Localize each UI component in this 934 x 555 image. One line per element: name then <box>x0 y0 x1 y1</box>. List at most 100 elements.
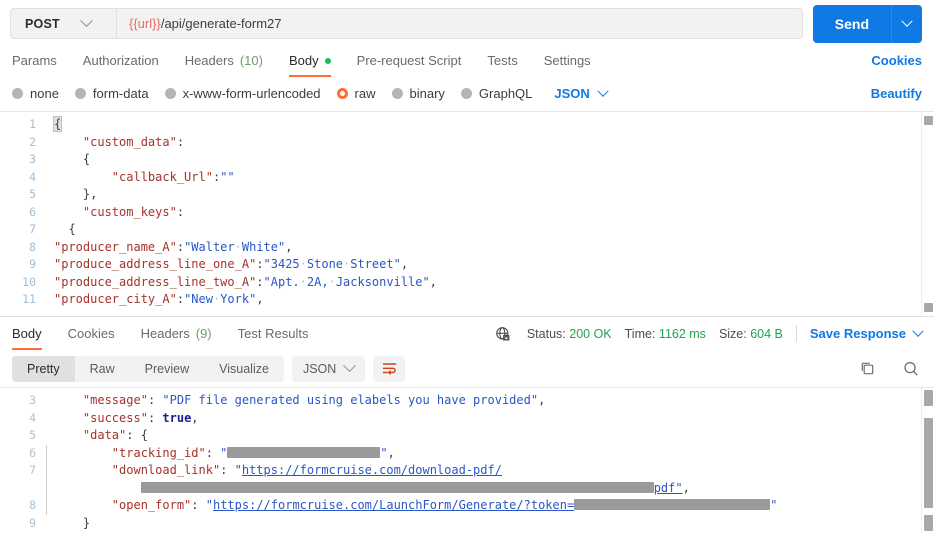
code-token: , <box>400 257 409 271</box>
code-token: "Apt. <box>263 274 300 289</box>
request-tab-pre-request-script[interactable]: Pre-request Script <box>357 53 462 77</box>
code-token: { <box>82 152 91 166</box>
scrollbar-thumb-top[interactable] <box>924 390 933 406</box>
response-tab-cookies[interactable]: Cookies <box>68 326 115 350</box>
request-url-input[interactable]: {{url}}/api/generate-form27 <box>117 9 802 38</box>
body-type-none[interactable]: none <box>12 86 59 101</box>
radio-icon[interactable] <box>336 88 348 99</box>
response-body-code[interactable]: 3 "message": "PDF file generated using e… <box>0 388 934 533</box>
code-token: : <box>176 134 185 149</box>
status-label: Status: <box>526 326 566 341</box>
response-toolbar: Pretty Raw Preview Visualize JSON <box>0 350 934 388</box>
scrollbar-thumb-bottom[interactable] <box>924 303 933 312</box>
request-tab-settings[interactable]: Settings <box>544 53 591 77</box>
response-format-label: JSON <box>302 361 337 376</box>
response-link[interactable]: https://formcruise.com/download-pdf/ <box>242 463 502 477</box>
response-body-viewer[interactable]: 3 "message": "PDF file generated using e… <box>0 388 934 533</box>
search-icon[interactable] <box>900 358 922 380</box>
raw-format-label: JSON <box>554 86 590 101</box>
chevron-down-icon <box>901 15 913 27</box>
body-type-graphql[interactable]: GraphQL <box>460 86 532 101</box>
body-type-form-data[interactable]: form-data <box>74 86 149 101</box>
tab-label: Test Results <box>237 326 309 341</box>
request-tab-authorization[interactable]: Authorization <box>83 53 159 77</box>
scrollbar-thumb-bottom[interactable] <box>924 515 933 531</box>
code-line: 5 "data": { <box>0 427 934 445</box>
response-line-number <box>0 480 46 498</box>
request-line-number: 5 <box>29 187 36 201</box>
wrap-lines-button[interactable] <box>373 355 406 382</box>
response-format-select[interactable]: JSON <box>291 355 366 382</box>
tab-label: Pre-request Script <box>356 53 462 68</box>
view-mode-preview[interactable]: Preview <box>130 356 204 382</box>
radio-icon[interactable] <box>164 88 176 99</box>
body-type-raw[interactable]: raw <box>336 86 376 101</box>
response-tab-headers[interactable]: Headers (9) <box>141 326 212 350</box>
code-token: : <box>256 257 264 271</box>
request-body-code[interactable]: 1{2 "custom_data": 3 {4 "callback_Url":""… <box>0 112 934 316</box>
code-text: "data": { <box>46 427 934 445</box>
view-mode-visualize[interactable]: Visualize <box>204 356 284 382</box>
code-token: , <box>191 410 199 425</box>
code-line: 6 "tracking_id": " ", <box>0 444 934 462</box>
body-type-x-www-form-urlencoded[interactable]: x-www-form-urlencoded <box>164 86 321 101</box>
response-tab-body[interactable]: Body <box>12 326 42 350</box>
send-options-button[interactable] <box>891 4 922 43</box>
http-method-label: POST <box>25 16 60 31</box>
copy-icon[interactable] <box>856 358 878 380</box>
code-token: : <box>176 204 185 219</box>
time-stat: Time: 1162 ms <box>625 327 706 341</box>
response-meta-bar: Body Cookies Headers (9) Test Results Status… <box>0 317 934 350</box>
request-tab-params[interactable]: Params <box>12 53 57 77</box>
scrollbar-thumb[interactable] <box>924 418 933 508</box>
response-link[interactable]: pdf" <box>654 481 683 495</box>
request-line-number: 3 <box>29 152 36 166</box>
request-line-number: 9 <box>29 257 36 271</box>
response-viewer-scrollbar[interactable] <box>921 388 934 533</box>
response-tab-test-results[interactable]: Test Results <box>238 326 309 350</box>
body-type-binary[interactable]: binary <box>391 86 445 101</box>
request-body-editor[interactable]: 1{2 "custom_data": 3 {4 "callback_Url":""… <box>0 112 934 317</box>
response-line-number: 9 <box>29 515 36 530</box>
tab-label: Params <box>12 53 57 68</box>
response-link[interactable]: https://formcruise.com/LaunchForm/Genera… <box>213 498 574 512</box>
view-mode-pretty[interactable]: Pretty <box>12 355 75 382</box>
code-line: 7 { <box>0 221 934 239</box>
response-line-number: 7 <box>29 463 36 477</box>
http-method-select[interactable]: POST <box>11 9 117 38</box>
request-line-number: 2 <box>29 134 36 149</box>
divider <box>795 325 797 342</box>
radio-icon[interactable] <box>391 88 403 99</box>
time-value: 1162 ms <box>658 326 706 341</box>
raw-format-select[interactable]: JSON <box>554 85 609 101</box>
request-tab-headers[interactable]: Headers (10) <box>185 53 263 77</box>
save-response-button[interactable]: Save Response <box>810 325 924 341</box>
code-token: York" <box>220 292 257 306</box>
beautify-button[interactable]: Beautify <box>871 86 922 101</box>
code-token: "producer_name_A" <box>54 239 177 254</box>
radio-icon[interactable] <box>12 88 23 99</box>
body-type-label: form-data <box>92 86 149 101</box>
cookies-link[interactable]: Cookies <box>871 53 922 77</box>
tab-label: Headers <box>140 326 190 341</box>
status-value: 200 OK <box>569 326 612 341</box>
request-tab-tests[interactable]: Tests <box>487 53 517 77</box>
code-token: "tracking_id" <box>111 445 206 460</box>
code-token: : <box>126 428 141 442</box>
request-editor-scrollbar[interactable] <box>921 112 934 316</box>
view-mode-raw[interactable]: Raw <box>75 356 130 382</box>
code-token: "producer_city_A" <box>54 292 177 306</box>
send-button[interactable]: Send <box>812 4 891 43</box>
body-type-label: x-www-form-urlencoded <box>182 86 321 101</box>
code-text: }, <box>46 186 934 204</box>
radio-icon[interactable] <box>460 88 472 99</box>
scrollbar-thumb-top[interactable] <box>924 116 933 125</box>
code-token: true <box>162 410 192 425</box>
code-token: " <box>770 498 778 512</box>
body-type-label: none <box>30 86 59 101</box>
request-tab-body[interactable]: Body <box>288 53 331 77</box>
radio-icon[interactable] <box>74 88 86 99</box>
code-token: , <box>387 445 395 460</box>
